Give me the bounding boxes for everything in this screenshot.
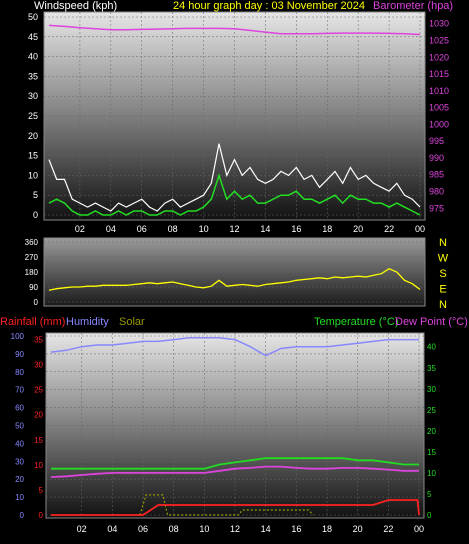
x-tick-label: 02 (77, 524, 87, 534)
rainfall-label: Rainfall (mm) (0, 316, 65, 328)
humidity-tick-label: 20 (15, 475, 24, 484)
wind-y-tick-label: 35 (28, 71, 38, 81)
wind-y-tick-label: 10 (28, 170, 38, 180)
direction-y-tick-label: 90 (29, 283, 38, 292)
x-tick-label: 08 (169, 524, 179, 534)
barometer-tick-label: 1015 (429, 69, 449, 79)
barometer-tick-label: 1030 (429, 19, 449, 29)
rainfall-tick-label: 25 (34, 386, 43, 395)
temperature-tick-label: 5 (427, 490, 432, 499)
temperature-tick-label: 30 (427, 385, 436, 394)
temperature-tick-label: 20 (427, 427, 436, 436)
wind-y-tick-label: 30 (28, 91, 38, 101)
x-tick-label: 14 (261, 524, 271, 534)
temperature-tick-label: 15 (427, 448, 436, 457)
x-tick-label: 18 (322, 224, 332, 234)
wind-y-tick-label: 15 (28, 151, 38, 161)
barometer-tick-label: 1020 (429, 52, 449, 62)
barometer-tick-label: 980 (429, 187, 444, 197)
weather-graph: Windspeed (kph) 24 hour graph day : 03 N… (0, 0, 468, 534)
humidity-tick-label: 40 (15, 439, 24, 448)
x-tick-label: 12 (230, 524, 240, 534)
x-tick-label: 16 (291, 224, 301, 234)
wind-y-tick-label: 5 (33, 190, 38, 200)
barometer-tick-label: 1010 (429, 86, 449, 96)
humidity-label: Humidity (66, 316, 109, 328)
x-tick-label: 20 (353, 524, 363, 534)
compass-label: S (439, 268, 446, 280)
temperature-label: Temperature (°C) (314, 316, 398, 328)
direction-y-tick-label: 180 (25, 268, 39, 277)
barometer-tick-label: 990 (429, 153, 444, 163)
x-tick-label: 00 (414, 524, 424, 534)
dewpoint-label: Dew Point (°C) (395, 316, 468, 328)
x-tick-label: 14 (260, 224, 270, 234)
barometer-tick-label: 995 (429, 136, 444, 146)
solar-label: Solar (119, 316, 145, 328)
humidity-tick-label: 0 (20, 511, 25, 520)
windspeed-label: Windspeed (kph) (34, 0, 117, 12)
x-tick-label: 12 (229, 224, 239, 234)
humidity-tick-label: 70 (15, 386, 24, 395)
barometer-tick-label: 985 (429, 170, 444, 180)
wind-y-tick-label: 45 (28, 32, 38, 42)
rainfall-tick-label: 30 (34, 361, 43, 370)
x-tick-label: 18 (322, 524, 332, 534)
rainfall-tick-label: 0 (39, 511, 44, 520)
humidity-tick-label: 80 (15, 368, 24, 377)
x-tick-label: 20 (353, 224, 363, 234)
x-tick-label: 06 (137, 224, 147, 234)
humidity-tick-label: 10 (15, 493, 24, 502)
x-tick-label: 04 (106, 224, 116, 234)
x-tick-label: 22 (384, 224, 394, 234)
x-tick-label: 08 (168, 224, 178, 234)
compass-label: E (439, 284, 446, 296)
humidity-tick-label: 90 (15, 350, 24, 359)
barometer-tick-label: 975 (429, 203, 444, 213)
temperature-tick-label: 35 (427, 364, 436, 373)
humidity-tick-label: 50 (15, 422, 24, 431)
humidity-tick-label: 100 (11, 332, 25, 341)
x-tick-label: 02 (75, 224, 85, 234)
compass-label: N (439, 299, 447, 311)
direction-y-tick-label: 360 (25, 238, 39, 247)
rainfall-tick-label: 15 (34, 436, 43, 445)
wind-y-tick-label: 40 (28, 52, 38, 62)
x-tick-label: 04 (107, 524, 117, 534)
chart-title: 24 hour graph day : 03 November 2024 (173, 0, 365, 12)
direction-y-tick-label: 270 (25, 253, 39, 262)
barometer-tick-label: 1025 (429, 35, 449, 45)
humidity-tick-label: 60 (15, 404, 24, 413)
direction-y-tick-label: 0 (34, 298, 39, 307)
rainfall-tick-label: 5 (39, 486, 44, 495)
temperature-tick-label: 25 (427, 406, 436, 415)
temperature-tick-label: 40 (427, 343, 436, 352)
x-tick-label: 16 (291, 524, 301, 534)
rainfall-tick-label: 35 (34, 336, 43, 345)
barometer-tick-label: 1005 (429, 103, 449, 113)
temperature-tick-label: 10 (427, 469, 436, 478)
x-tick-label: 00 (415, 224, 425, 234)
x-tick-label: 22 (383, 524, 393, 534)
humidity-tick-label: 30 (15, 457, 24, 466)
rainfall-tick-label: 20 (34, 411, 43, 420)
compass-label: W (438, 253, 449, 265)
wind-y-tick-label: 25 (28, 111, 38, 121)
temperature-tick-label: 0 (427, 511, 432, 520)
wind-y-tick-label: 50 (28, 12, 38, 22)
compass-label: N (439, 237, 447, 249)
barometer-label: Barometer (hpa) (373, 0, 453, 12)
wind-y-tick-label: 20 (28, 131, 38, 141)
x-tick-label: 06 (138, 524, 148, 534)
x-tick-label: 10 (199, 224, 209, 234)
wind-y-tick-label: 0 (33, 210, 38, 220)
rainfall-tick-label: 10 (34, 461, 43, 470)
x-tick-label: 10 (199, 524, 209, 534)
barometer-tick-label: 1000 (429, 119, 449, 129)
